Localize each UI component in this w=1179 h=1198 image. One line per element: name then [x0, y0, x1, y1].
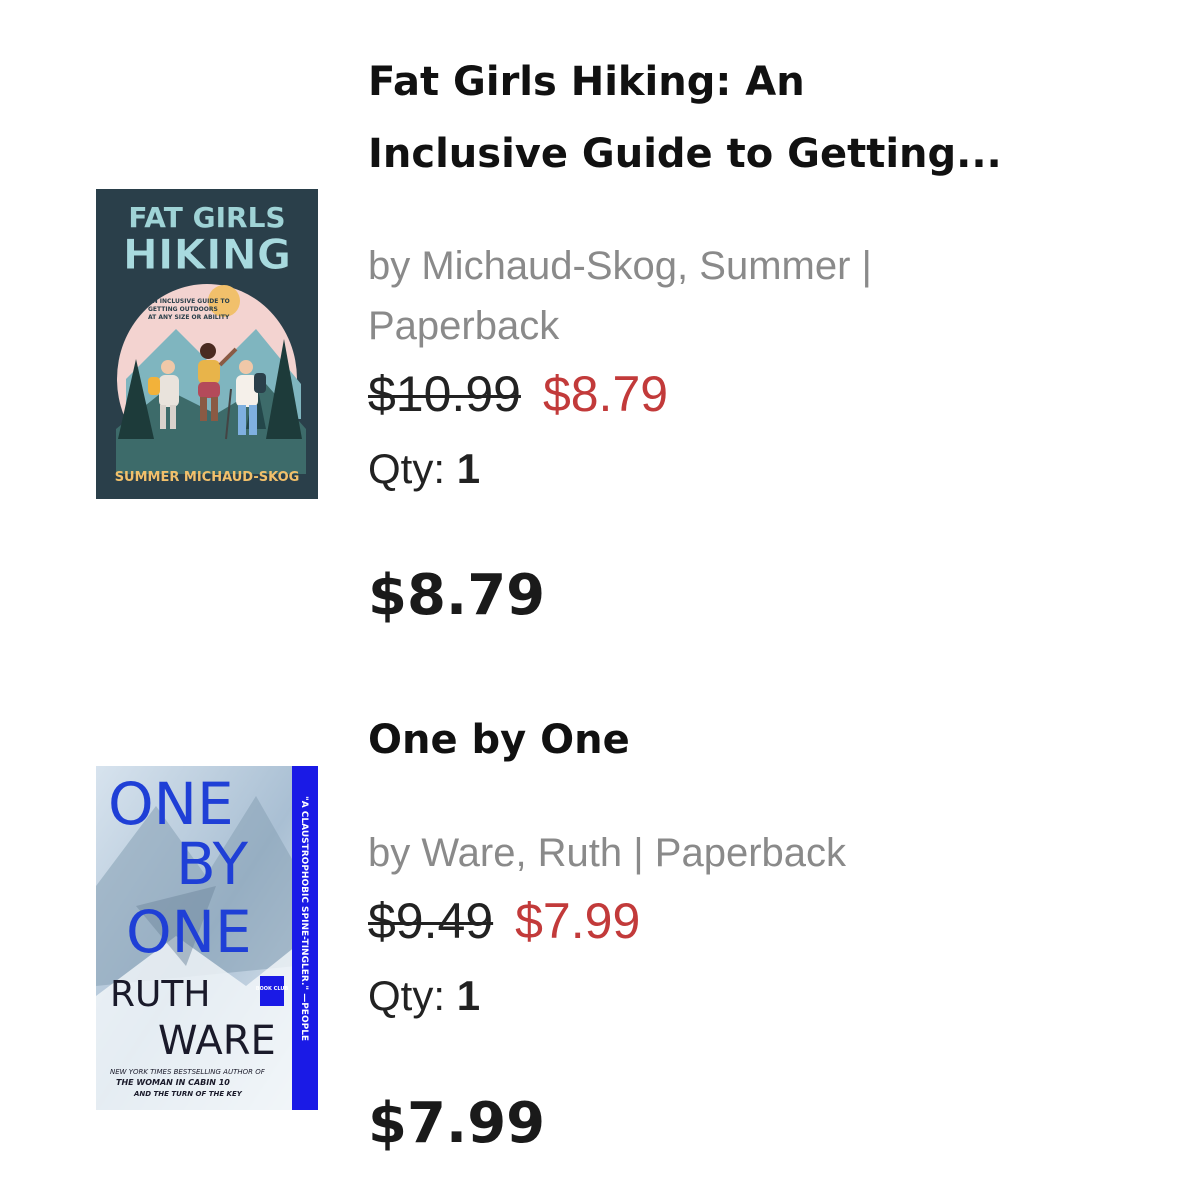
cover-word-1: ONE — [108, 770, 234, 838]
sale-price: $8.79 — [542, 366, 669, 422]
original-price: $9.49 — [368, 893, 494, 949]
sale-price: $7.99 — [515, 893, 641, 949]
cover-blurb-1: NEW YORK TIMES BESTSELLING AUTHOR OF — [110, 1068, 266, 1076]
item-title-line-2: Inclusive Guide to Getting... — [368, 131, 1002, 177]
cover-blurb-2: THE WOMAN IN CABIN 10 — [116, 1078, 230, 1087]
item-title-link[interactable]: One by One — [368, 704, 1068, 776]
item-title-line-1: Fat Girls Hiking: An — [368, 59, 805, 105]
cover-word-3: ONE — [126, 898, 252, 966]
item-quantity: Qty: 1 — [368, 431, 1068, 507]
cover-spine-quote: "A CLAUSTROPHOBIC SPINE-TINGLER." —PEOPL… — [299, 796, 309, 1041]
qty-value: 1 — [456, 445, 481, 492]
cover-title-bottom: HIKING — [123, 230, 292, 279]
item-total: $7.99 — [368, 1091, 546, 1156]
cover-subtitle-1: AN INCLUSIVE GUIDE TO — [148, 298, 230, 305]
cover-badge: BOOK CLUB — [256, 986, 289, 992]
item-byline: by Ware, Ruth | Paperback — [368, 823, 1068, 883]
item-title-line-1: One by One — [368, 717, 630, 763]
byline-line-2: Paperback — [368, 304, 560, 348]
original-price: $10.99 — [368, 366, 521, 422]
qty-value: 1 — [456, 972, 481, 1019]
book-cover-one-by-one[interactable]: "A CLAUSTROPHOBIC SPINE-TINGLER." —PEOPL… — [96, 766, 318, 1110]
cover-author-2: WARE — [158, 1018, 276, 1064]
cover-subtitle-2: GETTING OUTDOORS — [148, 306, 218, 313]
cover-author: SUMMER MICHAUD-SKOG — [115, 470, 300, 485]
byline-line-1: by Michaud-Skog, Summer | — [368, 244, 872, 288]
item-info: Fat Girls Hiking: An Inclusive Guide to … — [368, 46, 1068, 190]
qty-label: Qty: — [368, 972, 446, 1019]
item-byline: by Michaud-Skog, Summer | Paperback — [368, 236, 1068, 356]
cover-subtitle-3: AT ANY SIZE OR ABILITY — [148, 314, 230, 321]
item-info: One by One — [368, 704, 1068, 776]
item-total: $8.79 — [368, 563, 546, 628]
qty-label: Qty: — [368, 445, 446, 492]
byline-line-1: by Ware, Ruth | Paperback — [368, 831, 847, 875]
item-title-link[interactable]: Fat Girls Hiking: An Inclusive Guide to … — [368, 46, 1068, 190]
cover-blurb-3: AND THE TURN OF THE KEY — [133, 1090, 243, 1098]
cover-author-1: RUTH — [110, 974, 210, 1015]
item-prices: $10.99 $8.79 — [368, 361, 1068, 427]
book-cover-fat-girls-hiking[interactable]: FAT GIRLS HIKING AN INCLUSIVE GUIDE TO G… — [96, 189, 318, 499]
item-quantity: Qty: 1 — [368, 958, 1068, 1034]
item-prices: $9.49 $7.99 — [368, 888, 1068, 954]
cover-word-2: BY — [176, 830, 249, 898]
